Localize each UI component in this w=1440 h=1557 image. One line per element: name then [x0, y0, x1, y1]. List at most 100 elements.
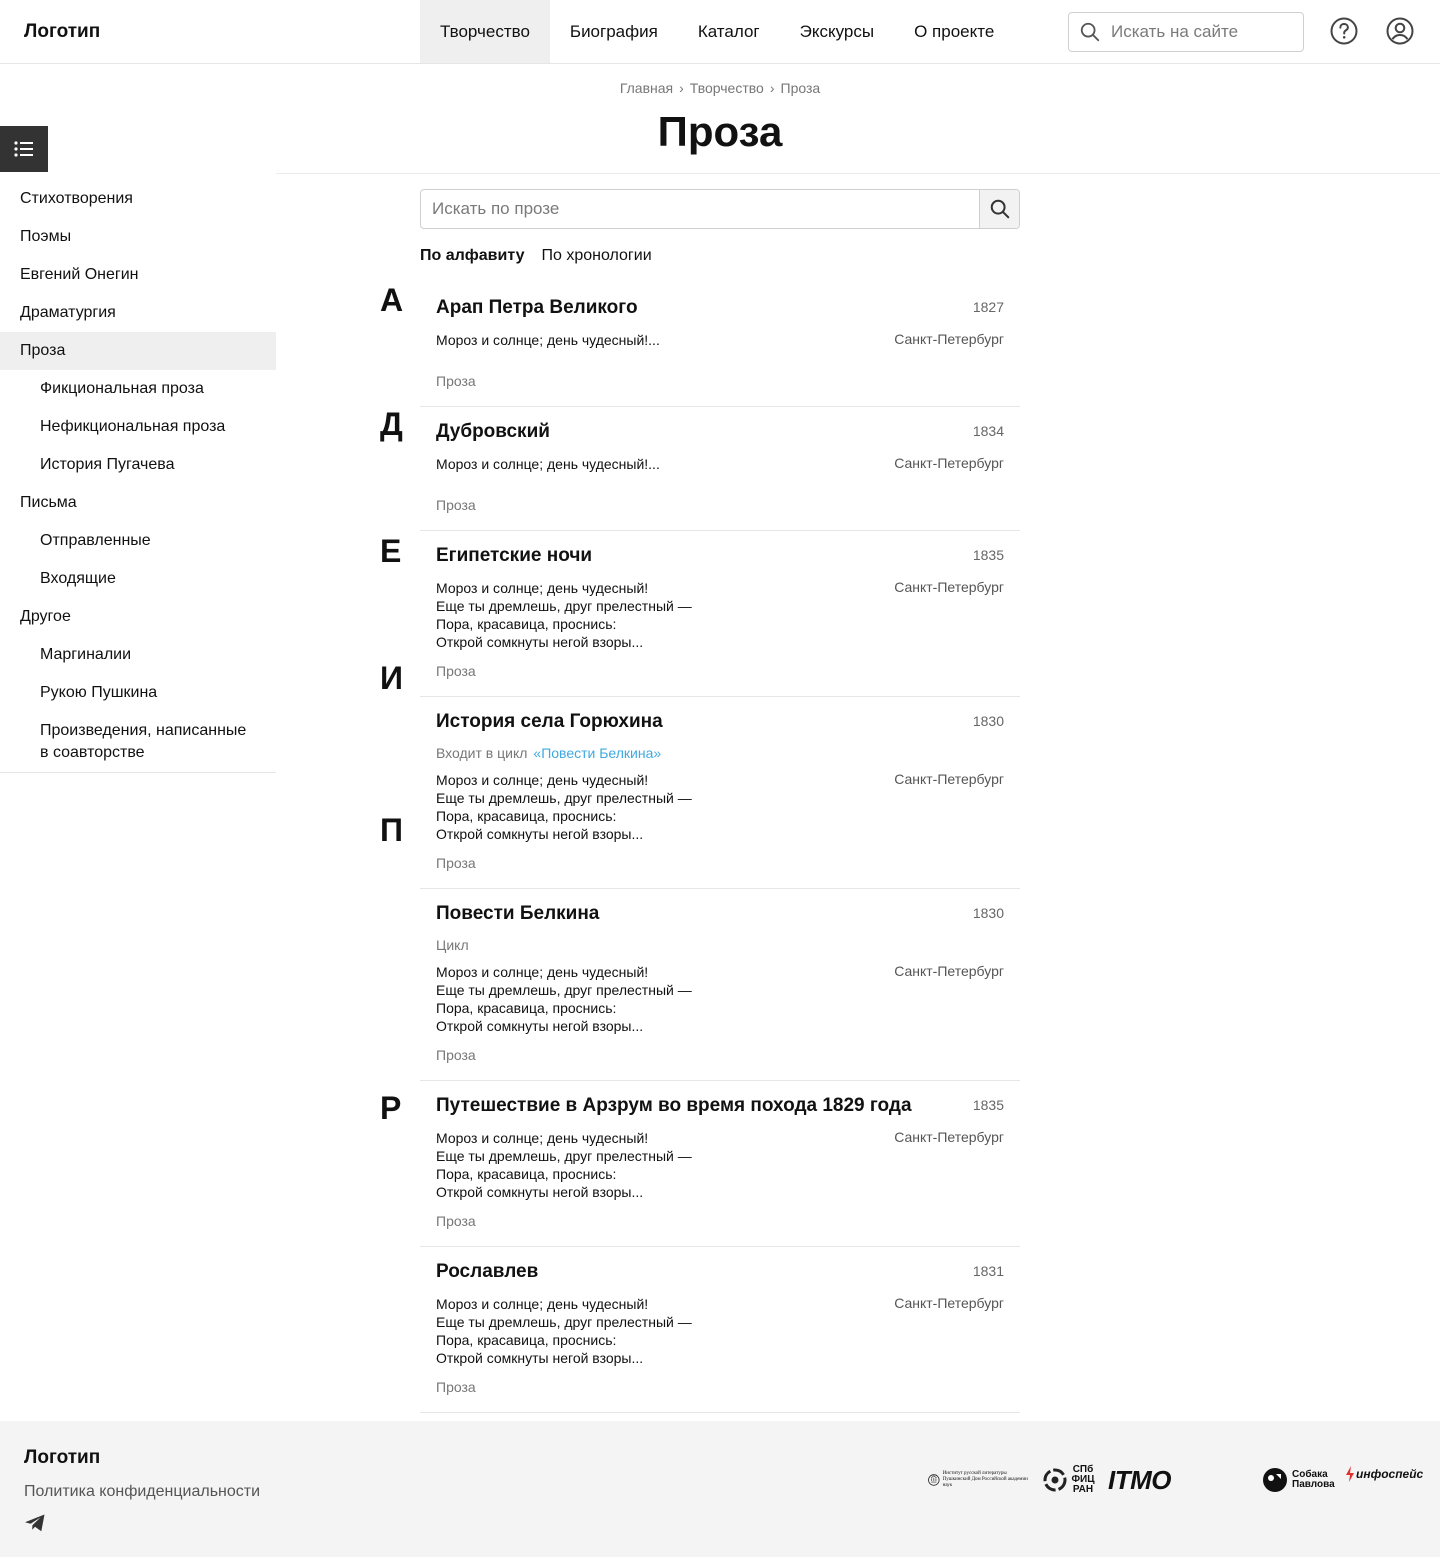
entry-genre: Проза	[436, 855, 476, 871]
partner-logo-infospace[interactable]: инфоспейс	[1345, 1465, 1423, 1483]
tab-alphabetical[interactable]: По алфавиту	[420, 247, 524, 265]
partner-logo-spb-fic[interactable]: СПб ФИЦ РАН	[1042, 1465, 1095, 1495]
list-item[interactable]: Дубровский 1834 Мороз и солнце; день чуд…	[420, 407, 1020, 531]
toc-toggle-button[interactable]	[0, 126, 48, 172]
spb-fic-emblem-icon	[1043, 1468, 1067, 1492]
list-item[interactable]: Повести Белкина 1830 Цикл Мороз и солнце…	[420, 889, 1020, 1081]
footer-logo[interactable]: Логотип	[24, 1447, 100, 1469]
letter-heading: И	[380, 660, 403, 696]
entry-place: Санкт-Петербург	[894, 1295, 1004, 1311]
entry-cycle-label: Цикл	[436, 937, 469, 953]
entry-place: Санкт-Петербург	[894, 1129, 1004, 1145]
entry-title[interactable]: Повести Белкина	[436, 903, 599, 925]
partner-logo-sobaka-pavlova[interactable]: Собака Павлова	[1262, 1467, 1335, 1493]
list-item[interactable]: Рославлев 1831 Мороз и солнце; день чуде…	[420, 1247, 1020, 1413]
breadcrumb-creativity[interactable]: Творчество	[690, 80, 764, 96]
list-item[interactable]: Арап Петра Великого 1827 Мороз и солнце;…	[420, 283, 1020, 407]
breadcrumb-home[interactable]: Главная	[620, 80, 673, 96]
entry-year: 1831	[972, 1263, 1004, 1279]
entry-excerpt: Мороз и солнце; день чудесный! Еще ты др…	[436, 772, 692, 842]
list-icon	[14, 141, 33, 157]
sidebar-item-onegin[interactable]: Евгений Онегин	[0, 256, 276, 294]
divider	[276, 173, 1440, 174]
site-logo[interactable]: Логотип	[24, 21, 100, 43]
partner-logo-pushkin-house[interactable]: Институт русской литературы Пушкинский Д…	[928, 1465, 1028, 1495]
entry-excerpt: Мороз и солнце; день чудесный! Еще ты др…	[436, 1296, 692, 1366]
sidebar-item-prose[interactable]: Проза	[0, 332, 276, 370]
privacy-policy-link[interactable]: Политика конфиденциальности	[24, 1483, 260, 1501]
partner-label: Институт русской литературы Пушкинский Д…	[942, 1471, 1028, 1488]
prose-search-input[interactable]	[421, 190, 979, 228]
nav-item-about[interactable]: О проекте	[894, 0, 1014, 63]
user-icon[interactable]	[1385, 16, 1415, 46]
letter-heading: Р	[380, 1090, 402, 1126]
sort-tabs: По алфавиту По хронологии	[420, 247, 669, 265]
site-header: Логотип Творчество Биография Каталог Экс…	[0, 0, 1440, 64]
entry-year: 1827	[972, 299, 1004, 315]
entry-excerpt: Мороз и солнце; день чудесный! Еще ты др…	[436, 1130, 692, 1200]
partner-logo-itmo[interactable]: ITMO	[1108, 1465, 1172, 1495]
site-search	[1068, 12, 1304, 52]
entry-place: Санкт-Петербург	[894, 331, 1004, 347]
list-item[interactable]: Египетские ночи 1835 Мороз и солнце; ден…	[420, 531, 1020, 697]
help-icon[interactable]	[1329, 16, 1359, 46]
prose-search-button[interactable]	[979, 190, 1019, 228]
sidebar-item-sent[interactable]: Отправленные	[0, 522, 276, 560]
site-footer: Логотип Политика конфиденциальности Инст…	[0, 1421, 1440, 1557]
entry-excerpt: Мороз и солнце; день чудесный! Еще ты др…	[436, 580, 692, 650]
nav-item-creativity[interactable]: Творчество	[420, 0, 550, 63]
chevron-right-icon: ›	[679, 80, 684, 96]
sidebar-item-nonfiction-prose[interactable]: Нефикциональная проза	[0, 408, 276, 446]
list-item[interactable]: Путешествие в Арзрум во время похода 182…	[420, 1081, 1020, 1247]
entry-cycle-link[interactable]: «Повести Белкина»	[533, 745, 661, 761]
sidebar-item-fiction-prose[interactable]: Фикциональная проза	[0, 370, 276, 408]
nav-item-catalog[interactable]: Каталог	[678, 0, 780, 63]
breadcrumb: Главная › Творчество › Проза	[0, 80, 1440, 96]
pushkin-house-emblem-icon	[928, 1474, 940, 1486]
search-icon	[990, 199, 1009, 219]
letter-heading: Е	[380, 533, 402, 569]
entry-cycle: Входит в цикл «Повести Белкина»	[436, 745, 661, 761]
site-search-input[interactable]	[1111, 22, 1291, 42]
entry-title[interactable]: Рославлев	[436, 1261, 538, 1283]
entry-year: 1835	[972, 1097, 1004, 1113]
sidebar-item-marginalia[interactable]: Маргиналии	[0, 636, 276, 674]
entry-title[interactable]: История села Горюхина	[436, 711, 663, 733]
sidebar-item-pushkin-hand[interactable]: Рукою Пушкина	[0, 674, 276, 712]
nav-item-excursions[interactable]: Экскурсы	[780, 0, 894, 63]
sidebar-item-other[interactable]: Другое	[0, 598, 276, 636]
telegram-icon[interactable]	[24, 1513, 46, 1533]
dog-icon	[1263, 1468, 1287, 1492]
entry-cycle-prefix: Входит в цикл	[436, 745, 528, 761]
tab-chronological[interactable]: По хронологии	[541, 247, 651, 265]
chevron-right-icon: ›	[769, 80, 775, 96]
entry-genre: Проза	[436, 1213, 476, 1229]
entry-genre: Проза	[436, 1379, 476, 1395]
sidebar-item-letters[interactable]: Письма	[0, 484, 276, 522]
letter-heading: П	[380, 812, 403, 848]
entry-title[interactable]: Арап Петра Великого	[436, 297, 638, 319]
sidebar-item-incoming[interactable]: Входящие	[0, 560, 276, 598]
entry-genre: Проза	[436, 497, 476, 513]
sidebar-item-pugachev[interactable]: История Пугачева	[0, 446, 276, 484]
nav-item-biography[interactable]: Биография	[550, 0, 678, 63]
breadcrumb-current: Проза	[780, 80, 821, 96]
entry-place: Санкт-Петербург	[894, 963, 1004, 979]
entry-excerpt: Мороз и солнце; день чудесный!...	[436, 332, 660, 348]
entry-title[interactable]: Дубровский	[436, 421, 550, 443]
list-item[interactable]: История села Горюхина 1830 Входит в цикл…	[420, 697, 1020, 889]
lightning-icon	[1346, 1466, 1354, 1482]
partner-label: Собака Павлова	[1292, 1469, 1335, 1490]
letter-heading: Д	[380, 406, 403, 442]
sidebar-item-coauthored[interactable]: Произведения, написанные в соавторстве	[0, 712, 276, 772]
entry-title[interactable]: Египетские ночи	[436, 545, 592, 567]
search-icon	[1080, 22, 1100, 42]
main-nav: Творчество Биография Каталог Экскурсы О …	[420, 0, 1014, 63]
entry-excerpt: Мороз и солнце; день чудесный! Еще ты др…	[436, 964, 692, 1034]
sidebar-item-long-poems[interactable]: Поэмы	[0, 218, 276, 256]
entry-year: 1830	[972, 905, 1004, 921]
entry-title[interactable]: Путешествие в Арзрум во время похода 182…	[436, 1095, 912, 1117]
sidebar-item-drama[interactable]: Драматургия	[0, 294, 276, 332]
sidebar-item-poems[interactable]: Стихотворения	[0, 180, 276, 218]
entry-excerpt: Мороз и солнце; день чудесный!...	[436, 456, 660, 472]
